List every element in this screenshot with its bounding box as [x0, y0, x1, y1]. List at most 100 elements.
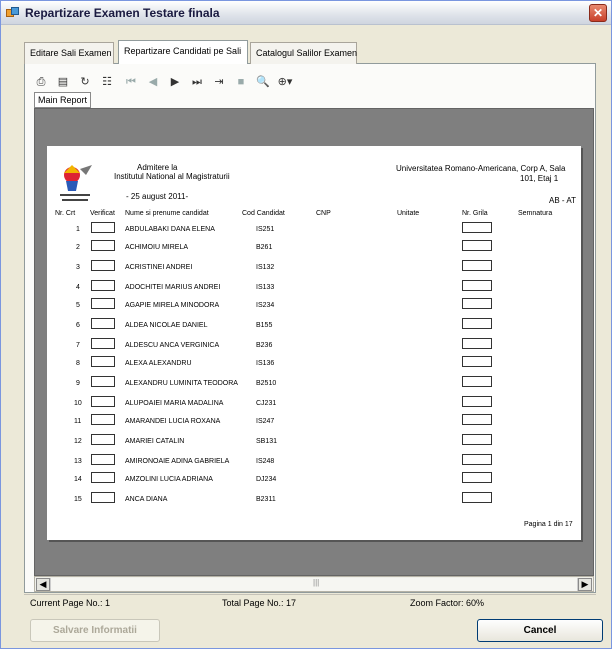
- row-nr: 7: [76, 342, 80, 349]
- status-total-pages: Total Page No.: 17: [222, 598, 297, 608]
- nr-grila-box[interactable]: [462, 396, 492, 407]
- institute-logo-icon: [60, 165, 92, 201]
- col-header-cnp: CNP: [316, 210, 331, 217]
- zoom-icon[interactable]: ⊕▾: [277, 74, 293, 90]
- nr-grila-box[interactable]: [462, 434, 492, 445]
- verificat-box[interactable]: [91, 396, 115, 407]
- candidate-code: B2311: [256, 496, 276, 503]
- candidate-code: B236: [256, 342, 273, 349]
- nr-grila-box[interactable]: [462, 376, 492, 387]
- nr-grila-box[interactable]: [462, 492, 492, 503]
- nr-grila-box[interactable]: [462, 260, 492, 271]
- tree-icon[interactable]: ☷: [99, 74, 115, 90]
- report-title-line2: Institutul National al Magistraturii: [114, 172, 230, 181]
- verificat-box[interactable]: [91, 338, 115, 349]
- col-header-nr: Nr. Crt: [55, 210, 76, 217]
- status-bar: Current Page No.: 1 Total Page No.: 17 Z…: [24, 594, 596, 612]
- row-nr: 14: [74, 476, 82, 483]
- nr-grila-box[interactable]: [462, 414, 492, 425]
- nr-grila-box[interactable]: [462, 240, 492, 251]
- candidate-code: IS132: [256, 264, 275, 271]
- report-toolbar: ⎙ ▤ ↻ ☷ ⏮ ◀ ▶ ⏭ ⇥ ■ 🔍 ⊕▾: [33, 74, 453, 92]
- export-icon[interactable]: ⎙: [33, 74, 49, 90]
- nr-grila-box[interactable]: [462, 338, 492, 349]
- candidate-name: AGAPIE MIRELA MINODORA: [125, 302, 220, 309]
- scroll-right-icon[interactable]: ▶: [578, 578, 592, 591]
- verificat-box[interactable]: [91, 454, 115, 465]
- candidate-name: ADOCHITEI MARIUS ANDREI: [125, 284, 221, 291]
- tab-main-report[interactable]: Main Report: [34, 92, 92, 108]
- nr-grila-box[interactable]: [462, 222, 492, 233]
- nr-grila-box[interactable]: [462, 454, 492, 465]
- candidate-code: B155: [256, 322, 273, 329]
- table-row: 15 ANCA DIANA B2311: [0, 492, 612, 516]
- row-nr: 1: [76, 226, 80, 233]
- candidate-name: ALEXA ALEXANDRU: [125, 360, 192, 367]
- candidate-code: B261: [256, 244, 273, 251]
- row-nr: 12: [74, 438, 82, 445]
- grip-icon: |||: [313, 578, 320, 587]
- col-header-cod: Cod Candidat: [242, 210, 285, 217]
- report-date: - 25 august 2011-: [126, 192, 189, 201]
- first-page-icon[interactable]: ⏮: [123, 74, 139, 90]
- nr-grila-box[interactable]: [462, 298, 492, 309]
- search-icon[interactable]: 🔍: [255, 74, 271, 90]
- row-nr: 11: [74, 418, 82, 425]
- tab-editare-sali[interactable]: Editare Sali Examen: [24, 42, 114, 64]
- scroll-left-icon[interactable]: ◀: [36, 578, 50, 591]
- window-title: Repartizare Examen Testare finala: [25, 6, 220, 20]
- print-icon[interactable]: ▤: [55, 74, 71, 90]
- stop-icon[interactable]: ■: [233, 74, 249, 90]
- candidate-name: ALUPOAIEI MARIA MADALINA: [125, 400, 224, 407]
- goto-page-icon[interactable]: ⇥: [211, 74, 227, 90]
- report-university-line1: Universitatea Romano-Americana, Corp A, …: [396, 164, 566, 173]
- verificat-box[interactable]: [91, 318, 115, 329]
- candidate-code: IS136: [256, 360, 275, 367]
- candidate-name: AMARIEI CATALIN: [125, 438, 185, 445]
- close-button[interactable]: ✕: [589, 4, 607, 22]
- row-nr: 4: [76, 284, 80, 291]
- col-header-verificat: Verificat: [90, 210, 115, 217]
- status-zoom: Zoom Factor: 60%: [410, 598, 485, 608]
- col-header-nr-grila: Nr. Grila: [462, 210, 488, 217]
- next-page-icon[interactable]: ▶: [167, 74, 183, 90]
- candidate-code: IS234: [256, 302, 275, 309]
- verificat-box[interactable]: [91, 414, 115, 425]
- verificat-box[interactable]: [91, 222, 115, 233]
- verificat-box[interactable]: [91, 260, 115, 271]
- col-header-unitate: Unitate: [397, 210, 420, 217]
- verificat-box[interactable]: [91, 240, 115, 251]
- nr-grila-box[interactable]: [462, 318, 492, 329]
- verificat-box[interactable]: [91, 434, 115, 445]
- nr-grila-box[interactable]: [462, 472, 492, 483]
- candidate-name: ACRISTINEI ANDREI: [125, 264, 193, 271]
- candidate-code: CJ231: [256, 400, 277, 407]
- refresh-icon[interactable]: ↻: [77, 74, 93, 90]
- horizontal-scrollbar[interactable]: ◀ ||| ▶: [34, 576, 594, 592]
- verificat-box[interactable]: [91, 376, 115, 387]
- verificat-box[interactable]: [91, 280, 115, 291]
- verificat-box[interactable]: [91, 356, 115, 367]
- candidate-name: ALDEA NICOLAE DANIEL: [125, 322, 208, 329]
- col-header-semnatura: Semnatura: [518, 210, 553, 217]
- candidate-code: DJ234: [256, 476, 277, 483]
- nr-grila-box[interactable]: [462, 356, 492, 367]
- scroll-thumb[interactable]: |||: [50, 578, 578, 591]
- row-nr: 13: [74, 458, 82, 465]
- verificat-box[interactable]: [91, 298, 115, 309]
- nr-grila-box[interactable]: [462, 280, 492, 291]
- candidate-name: ALEXANDRU LUMINITA TEODORA: [125, 380, 238, 387]
- tab-repartizare-candidati[interactable]: Repartizare Candidati pe Sali: [118, 40, 248, 64]
- cancel-button[interactable]: Cancel: [477, 619, 603, 642]
- verificat-box[interactable]: [91, 492, 115, 503]
- report-university-line2: 101, Etaj 1: [520, 174, 559, 183]
- tab-catalog-sali[interactable]: Catalogul Salilor Examen: [250, 42, 357, 64]
- last-page-icon[interactable]: ⏭: [189, 74, 205, 90]
- verificat-box[interactable]: [91, 472, 115, 483]
- prev-page-icon[interactable]: ◀: [145, 74, 161, 90]
- row-nr: 15: [74, 496, 82, 503]
- candidate-code: IS133: [256, 284, 275, 291]
- report-title-line1: Admitere la: [137, 163, 178, 172]
- save-button[interactable]: Salvare Informatii: [30, 619, 160, 642]
- row-nr: 3: [76, 264, 80, 271]
